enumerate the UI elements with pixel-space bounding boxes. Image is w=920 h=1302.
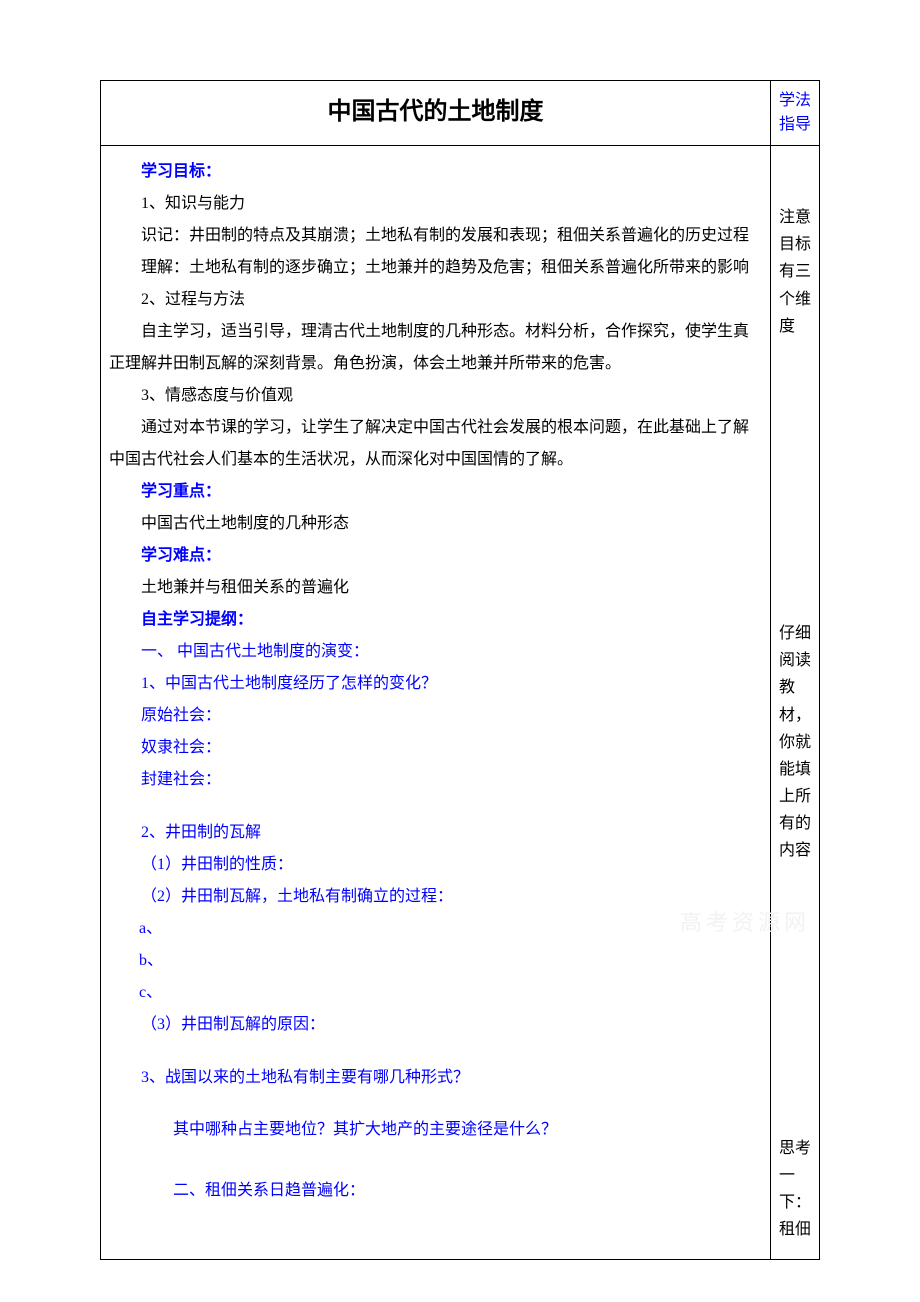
title-cell: 中国古代的土地制度 [101, 81, 771, 146]
main-content-cell: 学习目标： 1、知识与能力 识记：井田制的特点及其崩溃；土地私有制的发展和表现；… [101, 146, 771, 1260]
objectives-process-title: 2、过程与方法 [141, 284, 762, 316]
spacer [109, 1094, 762, 1115]
page-title: 中国古代的土地制度 [109, 91, 762, 126]
selfstudy-a: a、 [139, 913, 762, 945]
heading-difficulty: 学习难点： [141, 540, 762, 572]
objectives-knowledge-memo: 识记：井田制的特点及其崩溃；土地私有制的发展和表现；租佃关系普遍化的历史过程 [109, 220, 762, 252]
heading-objectives: 学习目标： [141, 156, 762, 188]
selfstudy-sec2-title: 二、租佃关系日趋普遍化： [173, 1175, 762, 1207]
heading-keypoint: 学习重点： [141, 476, 762, 508]
guide-note-1: 注意目标有三个维度 [779, 204, 811, 340]
guide-note-2: 仔细阅读教材，你就能填上所有的内容 [779, 620, 811, 865]
keypoint-body: 中国古代土地制度的几种形态 [141, 508, 762, 540]
spacer [109, 1146, 762, 1167]
selfstudy-q1: 1、中国古代土地制度经历了怎样的变化？ [141, 668, 762, 700]
selfstudy-q2-1: （1）井田制的性质： [141, 849, 762, 881]
selfstudy-slave: 奴隶社会： [141, 732, 762, 764]
selfstudy-q3: 3、战国以来的土地私有制主要有哪几种形式？ [141, 1062, 762, 1094]
selfstudy-primitive: 原始社会： [141, 700, 762, 732]
spacer [109, 1041, 762, 1062]
selfstudy-q2-2: （2）井田制瓦解，土地私有制确立的过程： [141, 881, 762, 913]
spacer [109, 796, 762, 817]
heading-selfstudy: 自主学习提纲： [141, 604, 762, 636]
selfstudy-q3b: 其中哪种占主要地位？其扩大地产的主要途径是什么？ [173, 1114, 762, 1146]
guide-notes-cell: 注意目标有三个维度 仔细阅读教材，你就能填上所有的内容 思考一下：租佃 [771, 146, 820, 1260]
difficulty-body: 土地兼并与租佃关系的普遍化 [141, 572, 762, 604]
guide-note-3: 思考一下：租佃 [779, 1135, 811, 1244]
objectives-knowledge-understand: 理解：土地私有制的逐步确立；土地兼并的趋势及危害；租佃关系普遍化所带来的影响 [109, 252, 762, 284]
guide-header-text: 学法指导 [779, 89, 811, 137]
objectives-attitude-body: 通过对本节课的学习，让学生了解决定中国古代社会发展的根本问题，在此基础上了解中国… [109, 412, 762, 476]
objectives-process-body: 自主学习，适当引导，理清古代土地制度的几种形态。材料分析，合作探究，使学生真正理… [109, 316, 762, 380]
spacer [109, 1167, 762, 1175]
selfstudy-sec1-title: 一、 中国古代土地制度的演变： [141, 636, 762, 668]
selfstudy-q2-3: （3）井田制瓦解的原因： [141, 1009, 762, 1041]
objectives-knowledge-title: 1、知识与能力 [141, 188, 762, 220]
selfstudy-feudal: 封建社会： [141, 764, 762, 796]
selfstudy-b: b、 [139, 945, 762, 977]
selfstudy-q2: 2、井田制的瓦解 [141, 817, 762, 849]
selfstudy-c: c、 [139, 977, 762, 1009]
objectives-attitude-title: 3、情感态度与价值观 [141, 380, 762, 412]
document-table: 中国古代的土地制度 学法指导 学习目标： 1、知识与能力 识记：井田制的特点及其… [100, 80, 820, 1260]
guide-header-cell: 学法指导 [771, 81, 820, 146]
